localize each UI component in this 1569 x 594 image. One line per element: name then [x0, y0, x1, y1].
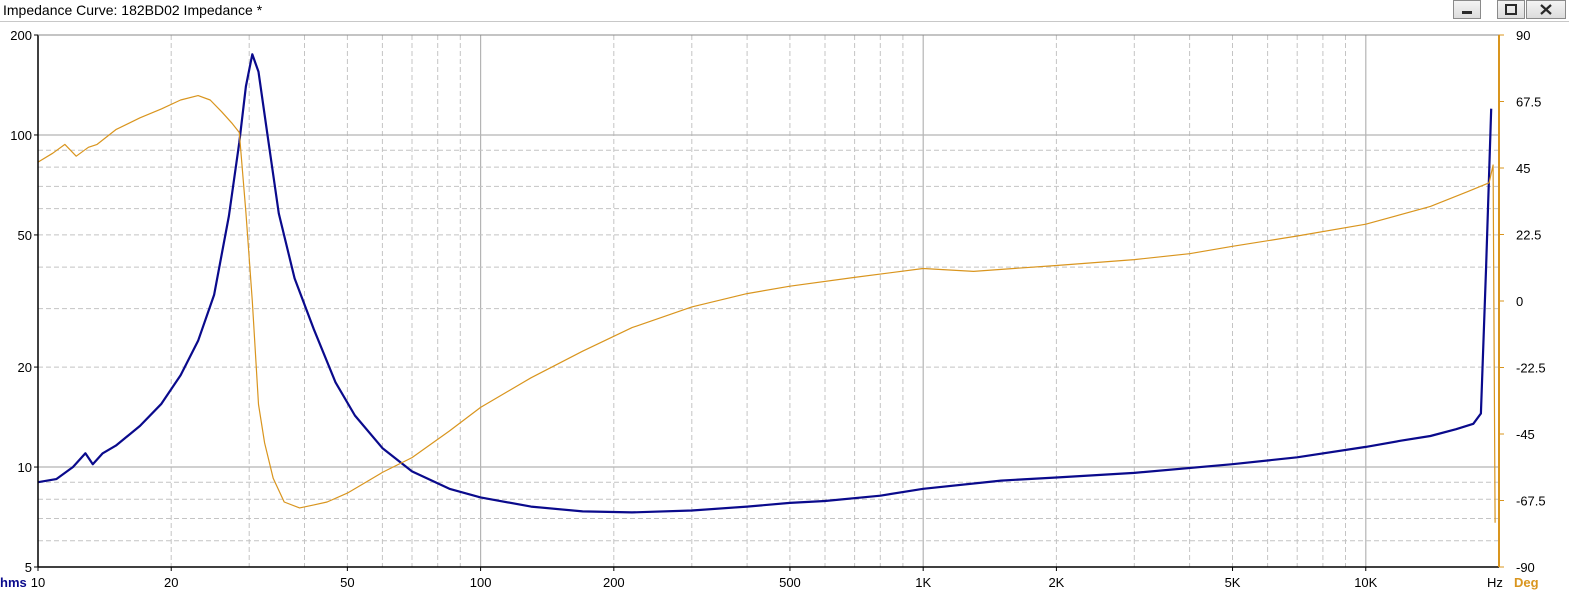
- x-tick-label: 50: [340, 575, 354, 590]
- maximize-icon: [1505, 4, 1517, 15]
- y-unit-label: hms: [0, 575, 27, 590]
- window-title: Impedance Curve: 182BD02 Impedance *: [3, 2, 263, 18]
- y2-tick-label: 22.5: [1516, 228, 1541, 243]
- x-tick-label: 1K: [915, 575, 931, 590]
- x-tick-label: 5K: [1225, 575, 1241, 590]
- y2-unit-label: Deg: [1514, 575, 1539, 590]
- maximize-button[interactable]: [1497, 0, 1525, 19]
- y2-tick-label: -22.5: [1516, 361, 1546, 376]
- y-tick-label: 100: [10, 128, 32, 143]
- y2-tick-label: -45: [1516, 427, 1535, 442]
- x-tick-label: 200: [603, 575, 625, 590]
- y-tick-label: 200: [10, 28, 32, 43]
- minimize-button[interactable]: [1453, 0, 1481, 19]
- x-tick-label: 500: [779, 575, 801, 590]
- y2-tick-label: 45: [1516, 161, 1530, 176]
- y2-tick-label: -67.5: [1516, 494, 1546, 509]
- x-tick-label: 10: [31, 575, 45, 590]
- y-tick-label: 10: [18, 460, 32, 475]
- x-tick-label: 10K: [1354, 575, 1377, 590]
- y2-tick-label: -90: [1516, 560, 1535, 575]
- y2-tick-label: 90: [1516, 28, 1530, 43]
- x-tick-label: 20: [164, 575, 178, 590]
- y-tick-label: 20: [18, 360, 32, 375]
- impedance-chart: 10 20 50 100 200 500 1K 2K 5K 10K5102050100200-90…: [0, 22, 1569, 594]
- x-unit-label: Hz: [1487, 575, 1503, 590]
- y-tick-label: 50: [18, 228, 32, 243]
- x-tick-label: 2K: [1048, 575, 1064, 590]
- close-button[interactable]: [1526, 0, 1566, 19]
- y2-tick-label: 67.5: [1516, 95, 1541, 110]
- title-bar: Impedance Curve: 182BD02 Impedance *: [0, 0, 1569, 22]
- x-tick-label: 100: [470, 575, 492, 590]
- y2-tick-label: 0: [1516, 294, 1523, 309]
- close-icon: [1540, 4, 1552, 15]
- y-tick-label: 5: [25, 560, 32, 575]
- minimize-icon: [1462, 11, 1472, 14]
